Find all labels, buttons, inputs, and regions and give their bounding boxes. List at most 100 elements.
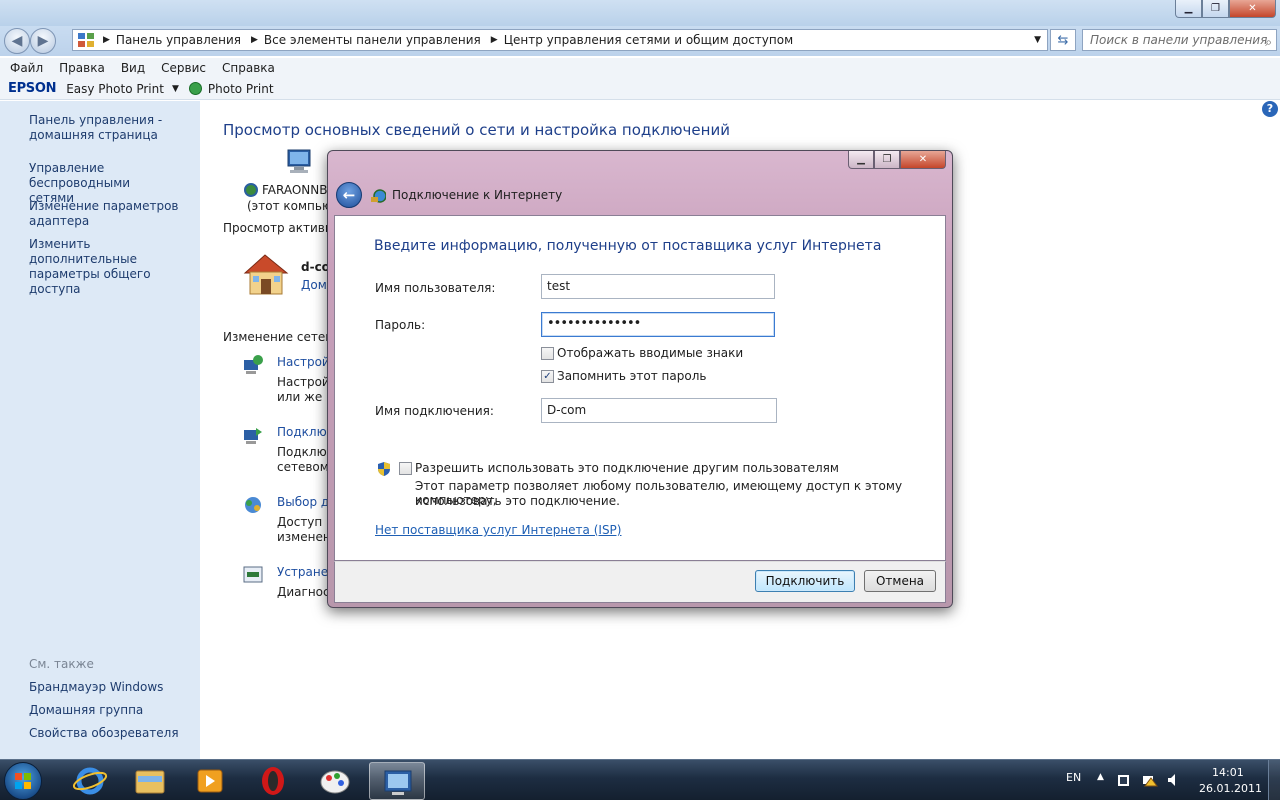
allow-others-label[interactable]: Разрешить использовать это подключение д… — [415, 461, 839, 475]
menu-edit[interactable]: Правка — [59, 58, 105, 78]
remember-password-label[interactable]: Запомнить этот пароль — [557, 369, 706, 383]
troubleshoot-icon — [243, 566, 263, 583]
minimize-button[interactable]: ▁ — [1175, 0, 1202, 18]
show-characters-checkbox[interactable] — [541, 347, 554, 360]
dialog-back-button[interactable]: ← — [336, 182, 362, 208]
start-button[interactable] — [4, 762, 42, 800]
see-also-title: См. также — [29, 657, 94, 671]
dialog-title: Подключение к Интернету — [392, 188, 563, 202]
help-icon[interactable]: ? — [1262, 101, 1278, 117]
left-link-line: параметры общего доступа — [29, 267, 151, 296]
connection-name-label: Имя подключения: — [375, 404, 494, 418]
taskbar-control-panel[interactable] — [369, 762, 425, 800]
windows-logo-icon — [15, 773, 31, 789]
left-link-adapter[interactable]: Изменение параметров адаптера — [29, 199, 199, 229]
volume-icon[interactable] — [1166, 772, 1182, 788]
dialog-window-controls: ▁ ❐ ✕ — [848, 151, 946, 169]
chevron-down-icon[interactable]: ▼ — [172, 84, 179, 94]
dialog-footer: Подключить Отмена — [334, 561, 946, 603]
internet-connection-icon — [371, 189, 386, 203]
forward-button[interactable]: ▶ — [30, 28, 56, 54]
back-button[interactable]: ◀ — [4, 28, 30, 54]
show-characters-label[interactable]: Отображать вводимые знаки — [557, 346, 743, 360]
network-setup-icon — [244, 355, 263, 374]
show-hidden-icons-button[interactable]: ▲ — [1097, 772, 1104, 782]
taskbar-opera[interactable] — [245, 762, 301, 800]
refresh-button[interactable]: ⇆ — [1050, 29, 1076, 51]
remember-password-checkbox[interactable]: ✓ — [541, 370, 554, 383]
cancel-button[interactable]: Отмена — [864, 570, 936, 592]
network-status-icon[interactable] — [1142, 772, 1158, 788]
menu-help[interactable]: Справка — [222, 58, 275, 78]
homegroup-icon — [245, 497, 261, 513]
taskbar-windows-explorer[interactable] — [122, 762, 178, 800]
clock-date[interactable]: 26.01.2011 — [1199, 782, 1262, 795]
left-link-line: Управление беспроводными — [29, 161, 131, 190]
chevron-down-icon[interactable]: ▼ — [1034, 35, 1041, 45]
taskbar-paint[interactable] — [307, 762, 363, 800]
menu-bar: Файл Правка Вид Сервис Справка — [0, 58, 1280, 78]
control-panel-icon — [384, 770, 412, 795]
breadcrumb-arrow-icon: ▶ — [490, 35, 498, 45]
action-center-icon[interactable] — [1116, 772, 1132, 788]
dialog-minimize-button[interactable]: ▁ — [848, 151, 874, 169]
task-description: Подключ — [277, 445, 334, 459]
address-bar-row: ◀ ▶ ▶ Панель управления ▶ Все элементы п… — [0, 26, 1280, 56]
forward-arrow-icon: ▶ — [37, 33, 49, 49]
see-also-internet-options[interactable]: Свойства обозревателя — [29, 726, 199, 741]
network-type-link[interactable]: Дом — [301, 278, 327, 292]
left-link-home[interactable]: Панель управления - домашняя страница — [29, 113, 199, 143]
active-networks-heading: Просмотр активн — [223, 221, 333, 235]
photo-print-button[interactable]: Photo Print — [208, 82, 274, 96]
see-also-homegroup[interactable]: Домашняя группа — [29, 703, 199, 718]
window-titlebar: ▁ ❐ ✕ — [0, 0, 1280, 26]
password-label: Пароль: — [375, 318, 426, 332]
connection-name-field[interactable]: D-com — [541, 398, 777, 423]
task-title-link[interactable]: Подключ — [277, 425, 334, 439]
left-link-sharing[interactable]: Изменить дополнительные параметры общего… — [29, 237, 199, 297]
computer-subtitle: (этот компьют — [247, 199, 340, 213]
language-indicator[interactable]: EN — [1066, 771, 1081, 784]
taskbar-internet-explorer[interactable] — [62, 762, 118, 800]
show-desktop-button[interactable] — [1268, 760, 1280, 800]
taskbar-media-player[interactable] — [182, 762, 238, 800]
folder-icon — [135, 770, 165, 794]
computer-icon — [287, 149, 311, 173]
dialog-body: Введите информацию, полученную от постав… — [334, 215, 946, 561]
search-input[interactable]: Поиск в панели управления ⌕ — [1082, 29, 1277, 51]
task-description: Настрой — [277, 375, 330, 389]
maximize-button[interactable]: ❐ — [1202, 0, 1229, 18]
address-field[interactable]: ▶ Панель управления ▶ Все элементы панел… — [72, 29, 1048, 51]
task-description: или же н — [277, 390, 334, 404]
menu-file[interactable]: Файл — [10, 58, 43, 78]
menu-tools[interactable]: Сервис — [161, 58, 206, 78]
connect-button[interactable]: Подключить — [755, 570, 855, 592]
breadcrumb-item[interactable]: Панель управления — [116, 33, 241, 47]
breadcrumb-item[interactable]: Центр управления сетями и общим доступом — [504, 33, 793, 47]
refresh-icon: ⇆ — [1057, 32, 1069, 48]
menu-view[interactable]: Вид — [121, 58, 145, 78]
search-icon: ⌕ — [1265, 35, 1272, 49]
password-field[interactable]: •••••••••••••• — [541, 312, 775, 337]
window-controls: ▁ ❐ ✕ — [1175, 0, 1276, 18]
page-title: Просмотр основных сведений о сети и наст… — [223, 121, 730, 139]
task-title-link[interactable]: Настрой — [277, 355, 330, 369]
opera-icon — [262, 767, 284, 795]
allow-others-checkbox[interactable] — [399, 462, 412, 475]
epson-logo: EPSON — [8, 81, 57, 96]
computer-name: FARAONNB — [262, 183, 328, 197]
close-button[interactable]: ✕ — [1229, 0, 1276, 18]
task-description: Доступ к — [277, 515, 334, 529]
internet-explorer-icon — [72, 767, 108, 795]
clock-time[interactable]: 14:01 — [1212, 766, 1244, 779]
back-arrow-icon: ◀ — [11, 33, 23, 49]
see-also-firewall[interactable]: Брандмауэр Windows — [29, 680, 199, 695]
taskbar: EN ▲ 14:01 26.01.2011 — [0, 759, 1280, 800]
uac-shield-icon — [378, 462, 390, 476]
no-isp-link[interactable]: Нет поставщика услуг Интернета (ISP) — [375, 523, 621, 537]
left-link-line: Панель управления - — [29, 113, 163, 127]
easy-photo-print-button[interactable]: Easy Photo Print — [66, 82, 164, 96]
breadcrumb-item[interactable]: Все элементы панели управления — [264, 33, 481, 47]
username-field[interactable]: test — [541, 274, 775, 299]
dialog-close-button[interactable]: ✕ — [900, 151, 946, 169]
